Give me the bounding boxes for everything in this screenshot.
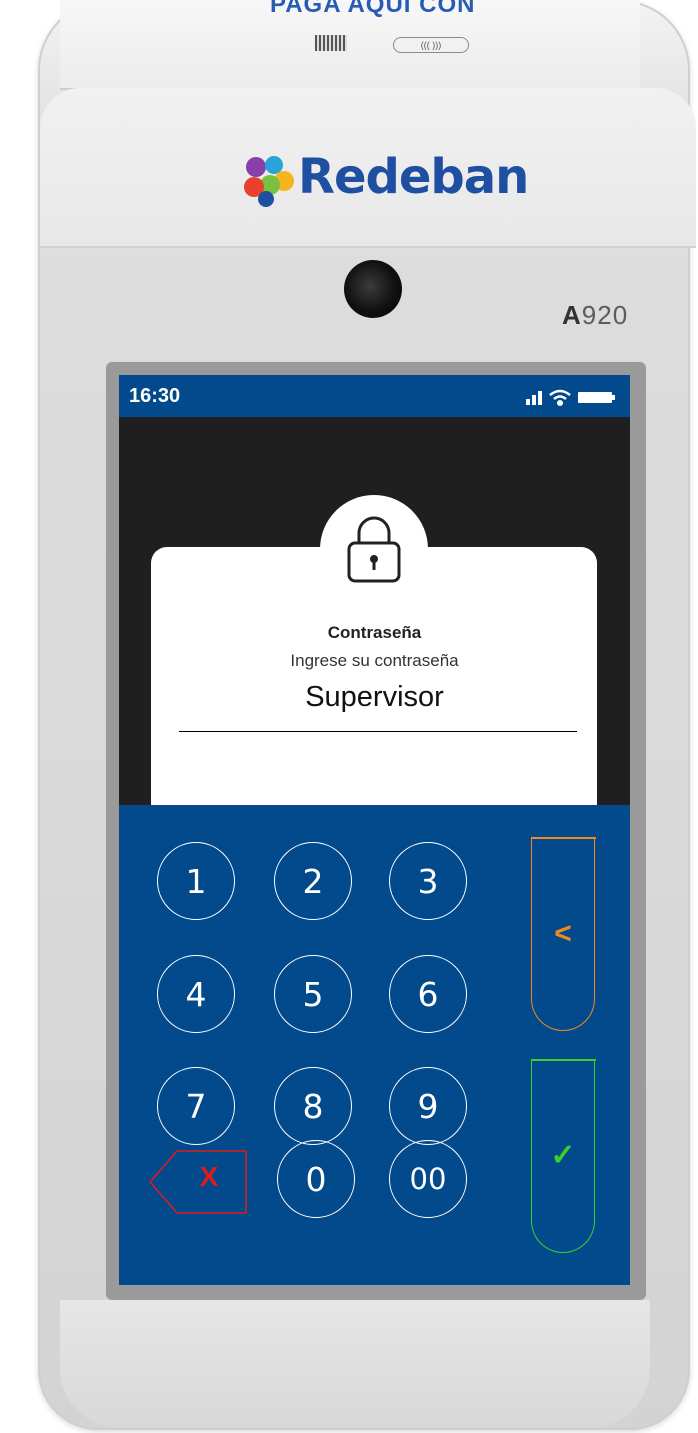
signal-icon bbox=[526, 391, 542, 405]
key-5[interactable]: 5 bbox=[274, 955, 352, 1033]
qr-code-icon bbox=[315, 35, 347, 51]
key-8[interactable]: 8 bbox=[274, 1067, 352, 1145]
model-number: 920 bbox=[581, 300, 629, 330]
logo-mark-icon bbox=[244, 156, 294, 207]
status-bar: 16:30 bbox=[119, 375, 630, 417]
key-4[interactable]: 4 bbox=[157, 955, 235, 1033]
touch-screen: 16:30 Contraseña Ingrese su contraseña S… bbox=[119, 375, 630, 1285]
confirm-button[interactable]: ✓ bbox=[530, 1059, 596, 1253]
back-button[interactable]: < bbox=[530, 837, 596, 1031]
check-icon: ✓ bbox=[550, 1139, 576, 1172]
key-0[interactable]: 0 bbox=[277, 1140, 355, 1218]
key-6[interactable]: 6 bbox=[389, 955, 467, 1033]
input-underline bbox=[179, 731, 577, 732]
key-1[interactable]: 1 bbox=[157, 842, 235, 920]
key-2[interactable]: 2 bbox=[274, 842, 352, 920]
battery-icon bbox=[578, 392, 615, 403]
nfc-icon: ((( ))) bbox=[393, 37, 469, 53]
key-3[interactable]: 3 bbox=[389, 842, 467, 920]
key-00[interactable]: 00 bbox=[389, 1140, 467, 1218]
dialog-subtitle: Ingrese su contraseña bbox=[290, 651, 459, 670]
lock-icon bbox=[347, 516, 401, 583]
wifi-icon bbox=[549, 389, 571, 407]
status-time: 16:30 bbox=[129, 385, 181, 407]
password-input[interactable]: Supervisor bbox=[119, 681, 630, 714]
chevron-left-icon: < bbox=[554, 916, 572, 950]
camera-icon bbox=[344, 260, 402, 318]
key-7[interactable]: 7 bbox=[157, 1067, 235, 1145]
dialog-title: Contraseña bbox=[327, 623, 422, 642]
keypad: 1 2 3 4 5 6 7 8 9 X 0 00 < ✓ bbox=[119, 805, 630, 1285]
status-icons bbox=[526, 389, 615, 407]
delete-x-icon: X bbox=[199, 1161, 219, 1192]
key-9[interactable]: 9 bbox=[389, 1067, 467, 1145]
terminal-base bbox=[60, 1300, 650, 1428]
brand-name: Redeban bbox=[298, 149, 529, 205]
brand-logo: Redeban bbox=[240, 149, 540, 213]
model-letter: A bbox=[562, 300, 582, 330]
header-text: PAGA AQUÍ CON bbox=[270, 0, 476, 18]
model-label: A920 bbox=[562, 300, 628, 331]
